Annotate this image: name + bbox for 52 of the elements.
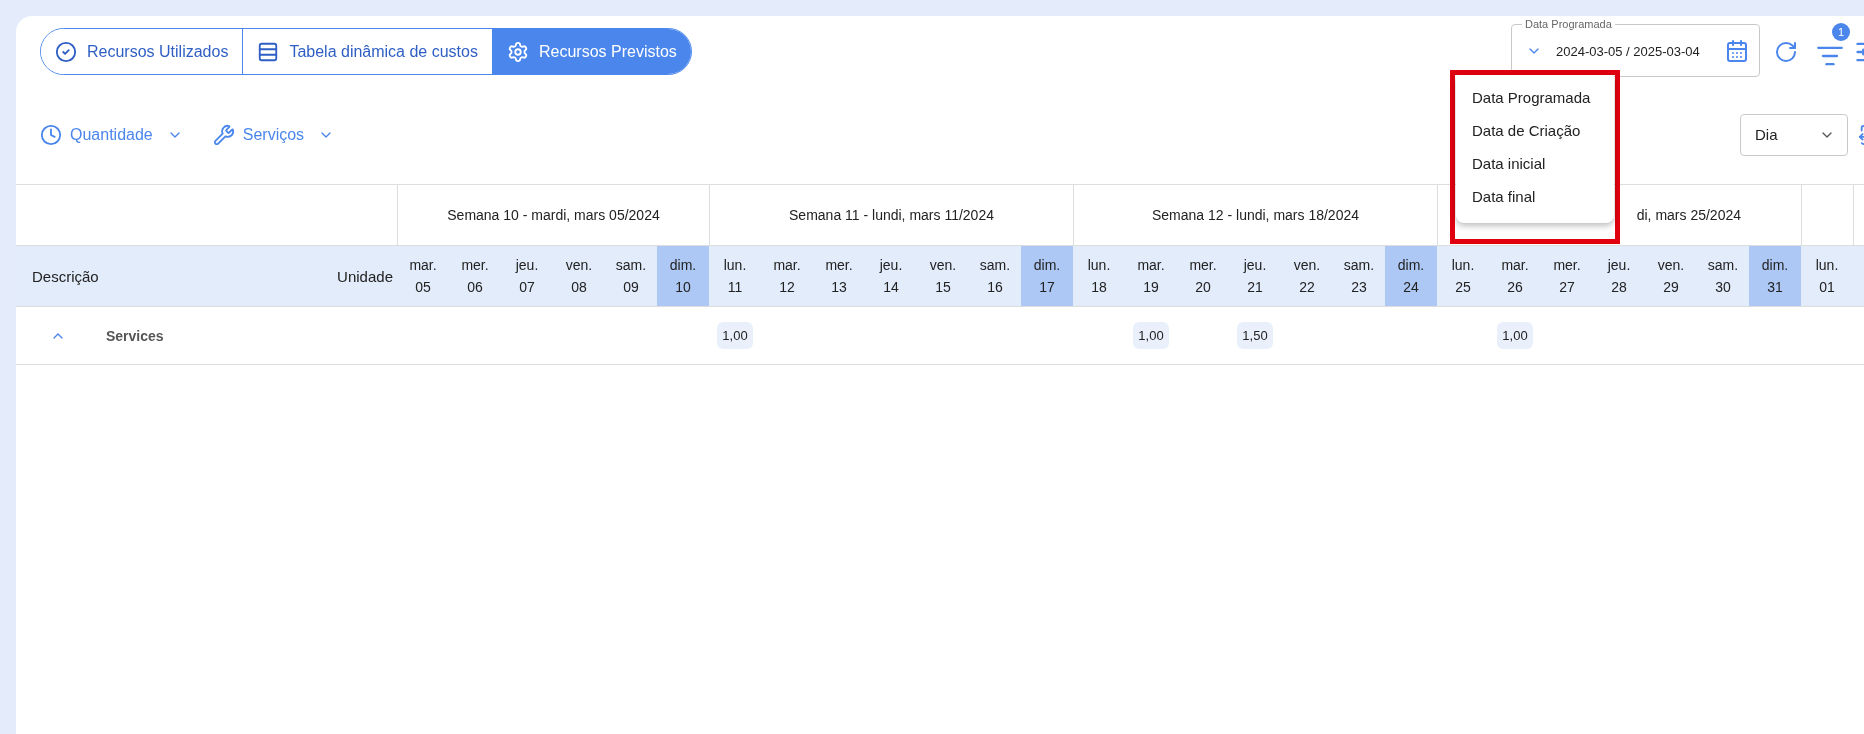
day-header: dim. 10 bbox=[657, 246, 709, 307]
day-header: mar. 05 bbox=[397, 246, 449, 307]
day-header: jeu. 28 bbox=[1593, 246, 1645, 307]
calendar-icon bbox=[1725, 39, 1749, 63]
clock-icon bbox=[40, 123, 62, 146]
day-header: sam. 23 bbox=[1333, 246, 1385, 307]
value-chip: 1,00 bbox=[1497, 322, 1533, 349]
menu-item[interactable]: Data Programada bbox=[1456, 81, 1614, 114]
field-label: Data Programada bbox=[1524, 18, 1613, 30]
day-header: lun. 01 bbox=[1801, 246, 1853, 307]
wrench-icon bbox=[212, 123, 235, 146]
day-header: jeu. 21 bbox=[1229, 246, 1281, 307]
value-chip: 1,00 bbox=[717, 322, 753, 349]
count-badge: 1 bbox=[1832, 22, 1850, 41]
day-header: mar. 19 bbox=[1125, 246, 1177, 307]
refresh-button[interactable] bbox=[1774, 39, 1798, 64]
day-header: lun. 11 bbox=[709, 246, 761, 307]
period-select[interactable]: Dia bbox=[1740, 113, 1848, 156]
day-header: mer. 06 bbox=[449, 246, 501, 307]
toolbar-dropdown[interactable]: Quantidade bbox=[40, 123, 183, 146]
row-label: Services bbox=[106, 327, 164, 344]
rows-icon bbox=[257, 40, 280, 63]
day-header: dim. 31 bbox=[1749, 246, 1801, 307]
check-circle-icon bbox=[55, 40, 77, 63]
value-chip: 1,50 bbox=[1237, 322, 1273, 349]
day-header: sam. 16 bbox=[969, 246, 1021, 307]
value-chip: 1,00 bbox=[1133, 322, 1169, 349]
day-header: lun. 18 bbox=[1073, 246, 1125, 307]
gear-icon bbox=[506, 40, 529, 63]
day-header: mer. 27 bbox=[1541, 246, 1593, 307]
day-header: ven. 29 bbox=[1645, 246, 1697, 307]
day-header: ven. 22 bbox=[1281, 246, 1333, 307]
toolbar-dropdown[interactable]: Serviços bbox=[212, 123, 335, 146]
day-header: ven. 08 bbox=[553, 246, 605, 307]
menu-item[interactable]: Data de Criação bbox=[1456, 114, 1614, 147]
day-header: sam. 30 bbox=[1697, 246, 1749, 307]
day-header: jeu. 14 bbox=[865, 246, 917, 307]
day-header: ven. 15 bbox=[917, 246, 969, 307]
day-header: dim. 17 bbox=[1021, 246, 1073, 307]
date-range-value: 2024-03-05 / 2025-03-04 bbox=[1556, 43, 1701, 59]
day-header: mar. 12 bbox=[761, 246, 813, 307]
day-header: mar. 26 bbox=[1489, 246, 1541, 307]
column-header: Unidade bbox=[196, 246, 397, 307]
day-header: sam. 09 bbox=[605, 246, 657, 307]
column-header: Descrição bbox=[16, 246, 196, 307]
day-header: lun. 25 bbox=[1437, 246, 1489, 307]
menu-item[interactable]: Data inicial bbox=[1456, 147, 1614, 180]
day-header: dim. 24 bbox=[1385, 246, 1437, 307]
day-header: mer. 13 bbox=[813, 246, 865, 307]
day-header: jeu. 07 bbox=[501, 246, 553, 307]
day-header: mer. 20 bbox=[1177, 246, 1229, 307]
tab[interactable]: Recursos Previstos bbox=[491, 29, 691, 74]
